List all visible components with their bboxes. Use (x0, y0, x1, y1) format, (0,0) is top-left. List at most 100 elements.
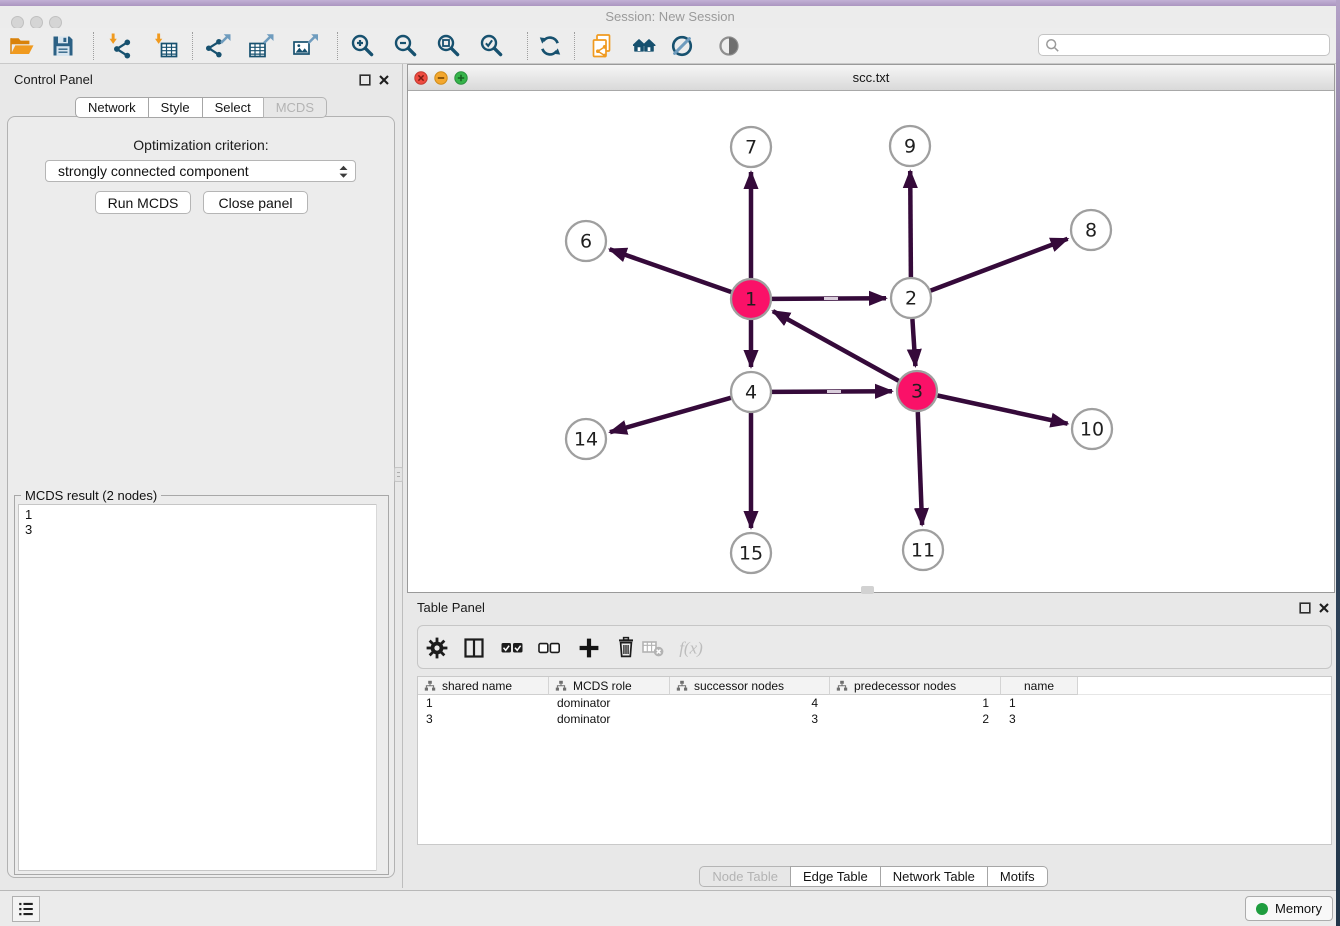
close-icon (1318, 602, 1330, 614)
table-cell[interactable]: dominator (549, 695, 670, 711)
status-bar: Memory (0, 890, 1340, 926)
table-cell[interactable]: 1 (1001, 695, 1078, 711)
graph-edge-3-1[interactable] (773, 311, 899, 381)
graph-node-14[interactable]: 14 (566, 419, 606, 459)
zoom-selected-button[interactable] (476, 30, 508, 62)
zoom-out-icon (393, 33, 419, 59)
home-icon (633, 33, 659, 59)
deselect-all-checkboxes-button[interactable] (535, 634, 563, 662)
graph-node-15[interactable]: 15 (731, 533, 771, 573)
criterion-value: strongly connected component (58, 163, 249, 179)
apply-function-icon: f(x) (678, 635, 704, 661)
delete-row-button[interactable] (612, 634, 640, 662)
table-tab-edge-table[interactable]: Edge Table (790, 866, 881, 887)
mcds-result-list[interactable]: 13 (18, 504, 385, 871)
memory-button[interactable]: Memory (1245, 896, 1333, 921)
select-all-checkboxes-button[interactable] (498, 634, 526, 662)
graph-node-10[interactable]: 10 (1072, 409, 1112, 449)
tab-select[interactable]: Select (202, 97, 264, 118)
graph-node-8[interactable]: 8 (1071, 210, 1111, 250)
task-history-button[interactable] (12, 896, 40, 922)
node-label: 7 (745, 137, 757, 159)
toolbar-separator (337, 32, 338, 60)
split-columns-button[interactable] (460, 634, 488, 662)
node-label: 15 (739, 543, 763, 565)
column-header-predecessor-nodes[interactable]: predecessor nodes (830, 677, 1001, 695)
graph-node-1[interactable]: 1 (731, 279, 771, 319)
refresh-view-button[interactable] (534, 30, 566, 62)
tab-mcds[interactable]: MCDS (263, 97, 327, 118)
import-network-button[interactable] (103, 30, 135, 62)
network-canvas[interactable]: 1 2 3 4 6 7 8 9 10 11 14 15 (408, 91, 1334, 592)
graph-node-3[interactable]: 3 (897, 371, 937, 411)
table-tab-network-table[interactable]: Network Table (880, 866, 988, 887)
gear-button[interactable] (423, 634, 451, 662)
import-table-button[interactable] (149, 30, 181, 62)
table-tab-motifs[interactable]: Motifs (987, 866, 1048, 887)
graph-node-6[interactable]: 6 (566, 221, 606, 261)
graph-edge-3-10[interactable] (938, 396, 1068, 424)
control-panel-close-button[interactable] (377, 73, 391, 87)
table-cell[interactable]: 3 (418, 711, 549, 727)
column-header-name[interactable]: name (1001, 677, 1078, 695)
duplicate-network-icon (589, 33, 615, 59)
column-header-successor-nodes[interactable]: successor nodes (670, 677, 830, 695)
graph-node-9[interactable]: 9 (890, 126, 930, 166)
run-mcds-button[interactable]: Run MCDS (95, 191, 191, 214)
graph-edge-2-9[interactable] (910, 171, 911, 277)
zoom-out-button[interactable] (390, 30, 422, 62)
graph-node-7[interactable]: 7 (731, 127, 771, 167)
table-tab-node-table[interactable]: Node Table (699, 866, 791, 887)
open-file-icon (9, 33, 35, 59)
table-row[interactable]: 3dominator323 (418, 711, 1331, 727)
visual-style-icon (669, 33, 695, 59)
table-cell[interactable]: 3 (670, 711, 830, 727)
export-network-button[interactable] (202, 30, 234, 62)
column-header-mcds-role[interactable]: MCDS role (549, 677, 670, 695)
table-cell[interactable]: 4 (670, 695, 830, 711)
graph-edge-2-8[interactable] (931, 239, 1068, 291)
add-row-button[interactable] (575, 634, 603, 662)
graph-node-2[interactable]: 2 (891, 278, 931, 318)
save-session-button[interactable] (47, 30, 79, 62)
close-panel-button[interactable]: Close panel (203, 191, 308, 214)
export-image-button[interactable] (289, 30, 321, 62)
column-header-shared-name[interactable]: shared name (418, 677, 549, 695)
table-panel-float-button[interactable] (1298, 601, 1312, 615)
show-hide-panel-button[interactable] (713, 30, 745, 62)
visual-style-button[interactable] (666, 30, 698, 62)
vertical-splitter-grip[interactable] (394, 467, 403, 482)
zoom-in-button[interactable] (347, 30, 379, 62)
graph-edge-1-6[interactable] (610, 249, 732, 292)
delete-table-icon (640, 635, 666, 661)
home-button[interactable] (630, 30, 662, 62)
table-cell[interactable]: 2 (830, 711, 1001, 727)
open-file-button[interactable] (6, 30, 38, 62)
network-window-titlebar[interactable]: scc.txt (408, 65, 1334, 91)
graph-edge-2-3[interactable] (912, 319, 915, 366)
table-cell[interactable]: 3 (1001, 711, 1078, 727)
search-box[interactable] (1038, 34, 1330, 56)
tab-style[interactable]: Style (148, 97, 203, 118)
zoom-fit-button[interactable] (433, 30, 465, 62)
table-cell[interactable]: 1 (418, 695, 549, 711)
result-scrollbar[interactable] (376, 504, 385, 871)
tab-network[interactable]: Network (75, 97, 149, 118)
import-network-icon (106, 33, 132, 59)
horizontal-splitter-grip[interactable] (861, 586, 874, 594)
graph-edge-3-11[interactable] (918, 412, 922, 525)
control-panel-float-button[interactable] (358, 73, 372, 87)
export-table-button[interactable] (245, 30, 277, 62)
node-label: 3 (911, 381, 923, 403)
table-cell[interactable]: dominator (549, 711, 670, 727)
table-panel-close-button[interactable] (1317, 601, 1331, 615)
table-cell[interactable]: 1 (830, 695, 1001, 711)
graph-node-4[interactable]: 4 (731, 372, 771, 412)
table-row[interactable]: 1dominator411 (418, 695, 1331, 711)
graph-node-11[interactable]: 11 (903, 530, 943, 570)
duplicate-network-button[interactable] (586, 30, 618, 62)
search-input[interactable] (1066, 38, 1323, 53)
optimization-criterion-select[interactable]: strongly connected component (45, 160, 356, 182)
graph-edge-4-14[interactable] (610, 398, 731, 432)
table-header-filler (1078, 677, 1331, 695)
